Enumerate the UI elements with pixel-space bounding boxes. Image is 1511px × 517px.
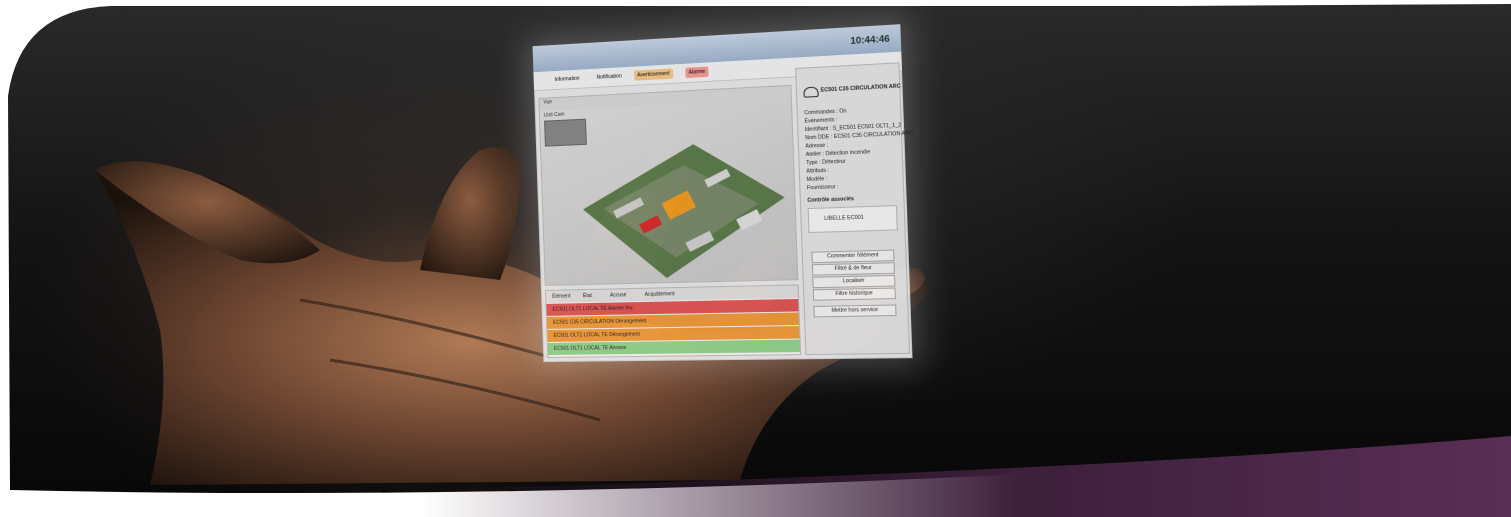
history-filter-button[interactable]: Filtre historique [813,288,896,301]
field-fournisseur: Fournisseur : [807,184,839,191]
field-attributs: Attributs : [806,168,829,175]
map-3d-viewport[interactable]: Unit Cam [540,98,798,285]
map-view-panel[interactable]: Vue Unit Cam [538,85,798,286]
information-filter[interactable]: Information [551,73,582,85]
disable-button[interactable]: Mettre hors service [813,304,896,317]
clock-display: 10:44:46 [850,33,890,46]
hero-banner: 10:44:46 Information Notification Averti… [0,0,1511,517]
field-type: Type : Détecteur [806,159,846,167]
field-adresse: Adresse : [805,143,828,150]
associated-control-item[interactable]: LIBELLE EC001 [808,205,898,233]
element-detail-panel: EC501 C35 CIRCULATION ARC Commandes : On… [795,62,910,355]
field-atelier: Atelier : Détection incendie [806,149,871,158]
field-commandes: Commandes : On [804,108,847,116]
filter-button[interactable]: Filtré & de fleur [812,262,895,276]
warning-filter[interactable]: Avertissement [634,68,673,80]
field-modele: Modèle : [807,176,828,183]
comment-element-button[interactable]: Commenter l'élément [811,250,894,264]
floating-software-window: 10:44:46 Information Notification Averti… [533,24,913,362]
notification-filter[interactable]: Notification [593,71,624,83]
locate-button[interactable]: Localiser [812,275,895,288]
alarm-list-table[interactable]: Élément État Accusé Acquittement EC501 O… [545,284,801,358]
alarm-filter[interactable]: Alarme [685,67,708,78]
field-evenements: Événements : [804,117,837,125]
detector-icon [803,87,818,98]
table-row[interactable]: EC501 OLT1 LOCAL TE Annexe [548,340,800,355]
index-finger [420,147,520,280]
element-title: EC501 C35 CIRCULATION ARC [821,83,901,93]
campus-3d-render [540,98,798,285]
section-controles: Contrôle associés [807,196,854,204]
map-tab[interactable]: Vue [543,99,552,105]
